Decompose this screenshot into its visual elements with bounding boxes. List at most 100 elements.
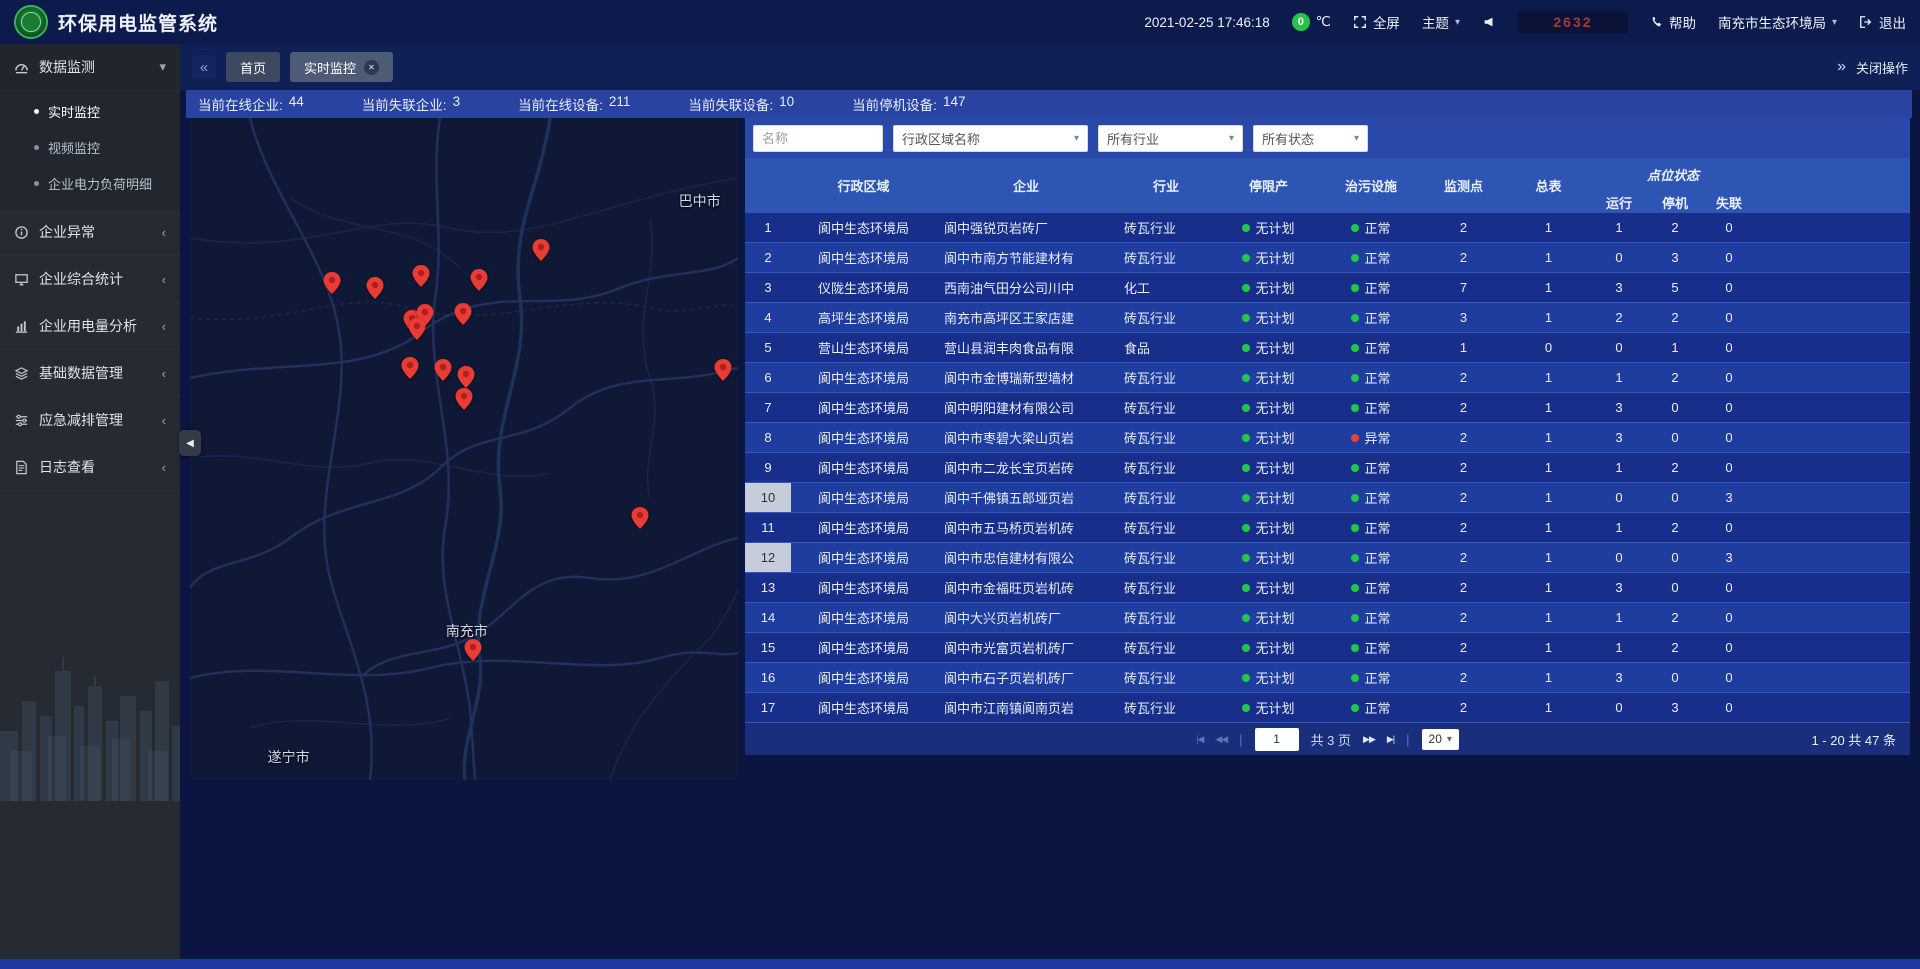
row-number-cell: 1: [745, 213, 791, 243]
tab-label: 首页: [240, 58, 266, 77]
tabs-scroll-left-button[interactable]: «: [192, 55, 216, 79]
pollution-facility-cell: 正常: [1321, 363, 1421, 393]
monitor-points-cell: 2: [1421, 483, 1506, 513]
map-pin-icon[interactable]: [715, 359, 732, 381]
logout-button[interactable]: 退出: [1859, 12, 1906, 32]
close-operations-button[interactable]: 关闭操作: [1856, 58, 1908, 77]
map-pin-icon[interactable]: [401, 357, 418, 379]
running-cell: 3: [1591, 423, 1647, 453]
table-row[interactable]: 5营山生态环境局营山县润丰肉食品有限食品无计划正常10010: [745, 333, 1910, 363]
limit-production-cell: 无计划: [1216, 303, 1321, 333]
status-select[interactable]: 所有状态 ▾: [1253, 125, 1368, 152]
map-pin-icon[interactable]: [454, 303, 471, 325]
company-cell: 南充市高坪区王家店建: [936, 303, 1116, 333]
table-row[interactable]: 3仪陇生态环境局西南油气田分公司川中化工无计划正常71350: [745, 273, 1910, 303]
help-button[interactable]: 帮助: [1650, 12, 1696, 32]
map-pin-icon[interactable]: [532, 239, 549, 261]
table-row[interactable]: 6阆中生态环境局阆中市金博瑞新型墙材砖瓦行业无计划正常21120: [745, 363, 1910, 393]
industry-cell: 砖瓦行业: [1116, 243, 1216, 273]
map-pin-icon[interactable]: [458, 366, 475, 388]
name-search-input[interactable]: [753, 125, 883, 152]
pollution-facility-cell: 正常: [1321, 393, 1421, 423]
pollution-facility-cell: 正常: [1321, 663, 1421, 693]
company-cell: 阆中市金福旺页岩机砖: [936, 573, 1116, 603]
map-pin-icon[interactable]: [323, 272, 340, 294]
announcement-button[interactable]: [1482, 15, 1496, 29]
table-row[interactable]: 10阆中生态环境局阆中千佛镇五郎垭页岩砖瓦行业无计划正常21003: [745, 483, 1910, 513]
stat-label: 当前失联设备:: [688, 94, 773, 114]
tab-home[interactable]: 首页: [226, 52, 280, 82]
sidebar-item-power-analysis[interactable]: 企业用电量分析 ‹: [0, 303, 180, 350]
status-dot-icon: [1351, 314, 1359, 322]
map-pin-icon[interactable]: [409, 318, 426, 340]
running-cell: 3: [1591, 393, 1647, 423]
table-row[interactable]: 9阆中生态环境局阆中市二龙长宝页岩砖砖瓦行业无计划正常21120: [745, 453, 1910, 483]
map-collapse-button[interactable]: ◀: [179, 430, 201, 456]
last-page-button[interactable]: ▶|: [1387, 734, 1394, 745]
table-row[interactable]: 1阆中生态环境局阆中强锐页岩砖厂砖瓦行业无计划正常21120: [745, 213, 1910, 243]
status-dot-icon: [1351, 584, 1359, 592]
region-cell: 阆中生态环境局: [791, 573, 936, 603]
status-text: 无计划: [1255, 491, 1294, 506]
map-pin-icon[interactable]: [470, 269, 487, 291]
help-label: 帮助: [1669, 12, 1696, 32]
status-dot-icon: [1242, 704, 1250, 712]
table-row[interactable]: 12阆中生态环境局阆中市忠信建材有限公砖瓦行业无计划正常21003: [745, 543, 1910, 573]
double-right-icon[interactable]: »: [1837, 58, 1846, 76]
table-row[interactable]: 17阆中生态环境局阆中市江南镇阆南页岩砖瓦行业无计划正常21030: [745, 693, 1910, 723]
theme-dropdown[interactable]: 主题 ▾: [1422, 12, 1460, 32]
table-row[interactable]: 8阆中生态环境局阆中市枣碧大梁山页岩砖瓦行业无计划异常21300: [745, 423, 1910, 453]
sidebar-item-realtime-monitoring[interactable]: 实时监控: [0, 93, 180, 129]
map-panel[interactable]: 巴中市南充市遂宁市 ◀: [190, 118, 738, 780]
monitor-points-cell: 2: [1421, 453, 1506, 483]
logout-icon: [1859, 15, 1873, 29]
table-row[interactable]: 15阆中生态环境局阆中市光富页岩机砖厂砖瓦行业无计划正常21120: [745, 633, 1910, 663]
region-select[interactable]: 行政区域名称 ▾: [893, 125, 1088, 152]
table-row[interactable]: 2阆中生态环境局阆中市南方节能建材有砖瓦行业无计划正常21030: [745, 243, 1910, 273]
table-row[interactable]: 7阆中生态环境局阆中明阳建材有限公司砖瓦行业无计划正常21300: [745, 393, 1910, 423]
map-pin-icon[interactable]: [631, 507, 648, 529]
fullscreen-button[interactable]: 全屏: [1353, 12, 1400, 32]
table-row[interactable]: 14阆中生态环境局阆中大兴页岩机砖厂砖瓦行业无计划正常21120: [745, 603, 1910, 633]
map-pin-icon[interactable]: [435, 359, 452, 381]
table-row[interactable]: 13阆中生态环境局阆中市金福旺页岩机砖砖瓦行业无计划正常21300: [745, 573, 1910, 603]
monitor-points-cell: 2: [1421, 573, 1506, 603]
col-region: 行政区域: [791, 158, 936, 213]
first-page-button[interactable]: |◀: [1196, 734, 1203, 745]
region-cell: 阆中生态环境局: [791, 663, 936, 693]
company-cell: 阆中市石子页岩机砖厂: [936, 663, 1116, 693]
sidebar-item-video-monitoring[interactable]: 视频监控: [0, 129, 180, 165]
sidebar-item-company-abnormal[interactable]: 企业异常 ‹: [0, 209, 180, 256]
company-cell: 阆中市二龙长宝页岩砖: [936, 453, 1116, 483]
sidebar-item-log-view[interactable]: 日志查看 ‹: [0, 444, 180, 491]
org-label: 南充市生态环境局: [1718, 12, 1826, 32]
map-pin-icon[interactable]: [367, 277, 384, 299]
status-dot-icon: [1351, 254, 1359, 262]
map-pin-icon[interactable]: [456, 388, 473, 410]
page-number-input[interactable]: [1255, 728, 1299, 751]
tab-realtime-monitoring[interactable]: 实时监控 ✕: [290, 52, 393, 82]
page-size-select[interactable]: 20 ▾: [1422, 729, 1459, 750]
stat-value: 44: [289, 94, 304, 114]
alert-count: 2632: [1518, 11, 1628, 33]
prev-page-button[interactable]: ◀◀: [1215, 734, 1227, 745]
map-city-label: 遂宁市: [268, 747, 310, 767]
map-pin-icon[interactable]: [413, 265, 430, 287]
chevron-down-icon: ▾: [1832, 17, 1837, 28]
table-row[interactable]: 11阆中生态环境局阆中市五马桥页岩机砖砖瓦行业无计划正常21120: [745, 513, 1910, 543]
sidebar-item-base-data[interactable]: 基础数据管理 ‹: [0, 350, 180, 397]
sidebar-item-emergency-management[interactable]: 应急减排管理 ‹: [0, 397, 180, 444]
table-row[interactable]: 16阆中生态环境局阆中市石子页岩机砖厂砖瓦行业无计划正常21300: [745, 663, 1910, 693]
sidebar-item-data-monitoring[interactable]: 数据监测 ▾: [0, 44, 180, 91]
total-meters-cell: 1: [1506, 543, 1591, 573]
sidebar-item-company-statistics[interactable]: 企业综合统计 ‹: [0, 256, 180, 303]
layers-icon: [14, 366, 29, 381]
table-row[interactable]: 4高坪生态环境局南充市高坪区王家店建砖瓦行业无计划正常31220: [745, 303, 1910, 333]
org-dropdown[interactable]: 南充市生态环境局 ▾: [1718, 12, 1837, 32]
industry-select[interactable]: 所有行业 ▾: [1098, 125, 1243, 152]
limit-production-cell: 无计划: [1216, 633, 1321, 663]
next-page-button[interactable]: ▶▶: [1363, 734, 1375, 745]
sidebar-item-power-load-detail[interactable]: 企业电力负荷明细: [0, 165, 180, 201]
map-pin-icon[interactable]: [464, 639, 481, 661]
close-icon[interactable]: ✕: [364, 60, 379, 75]
